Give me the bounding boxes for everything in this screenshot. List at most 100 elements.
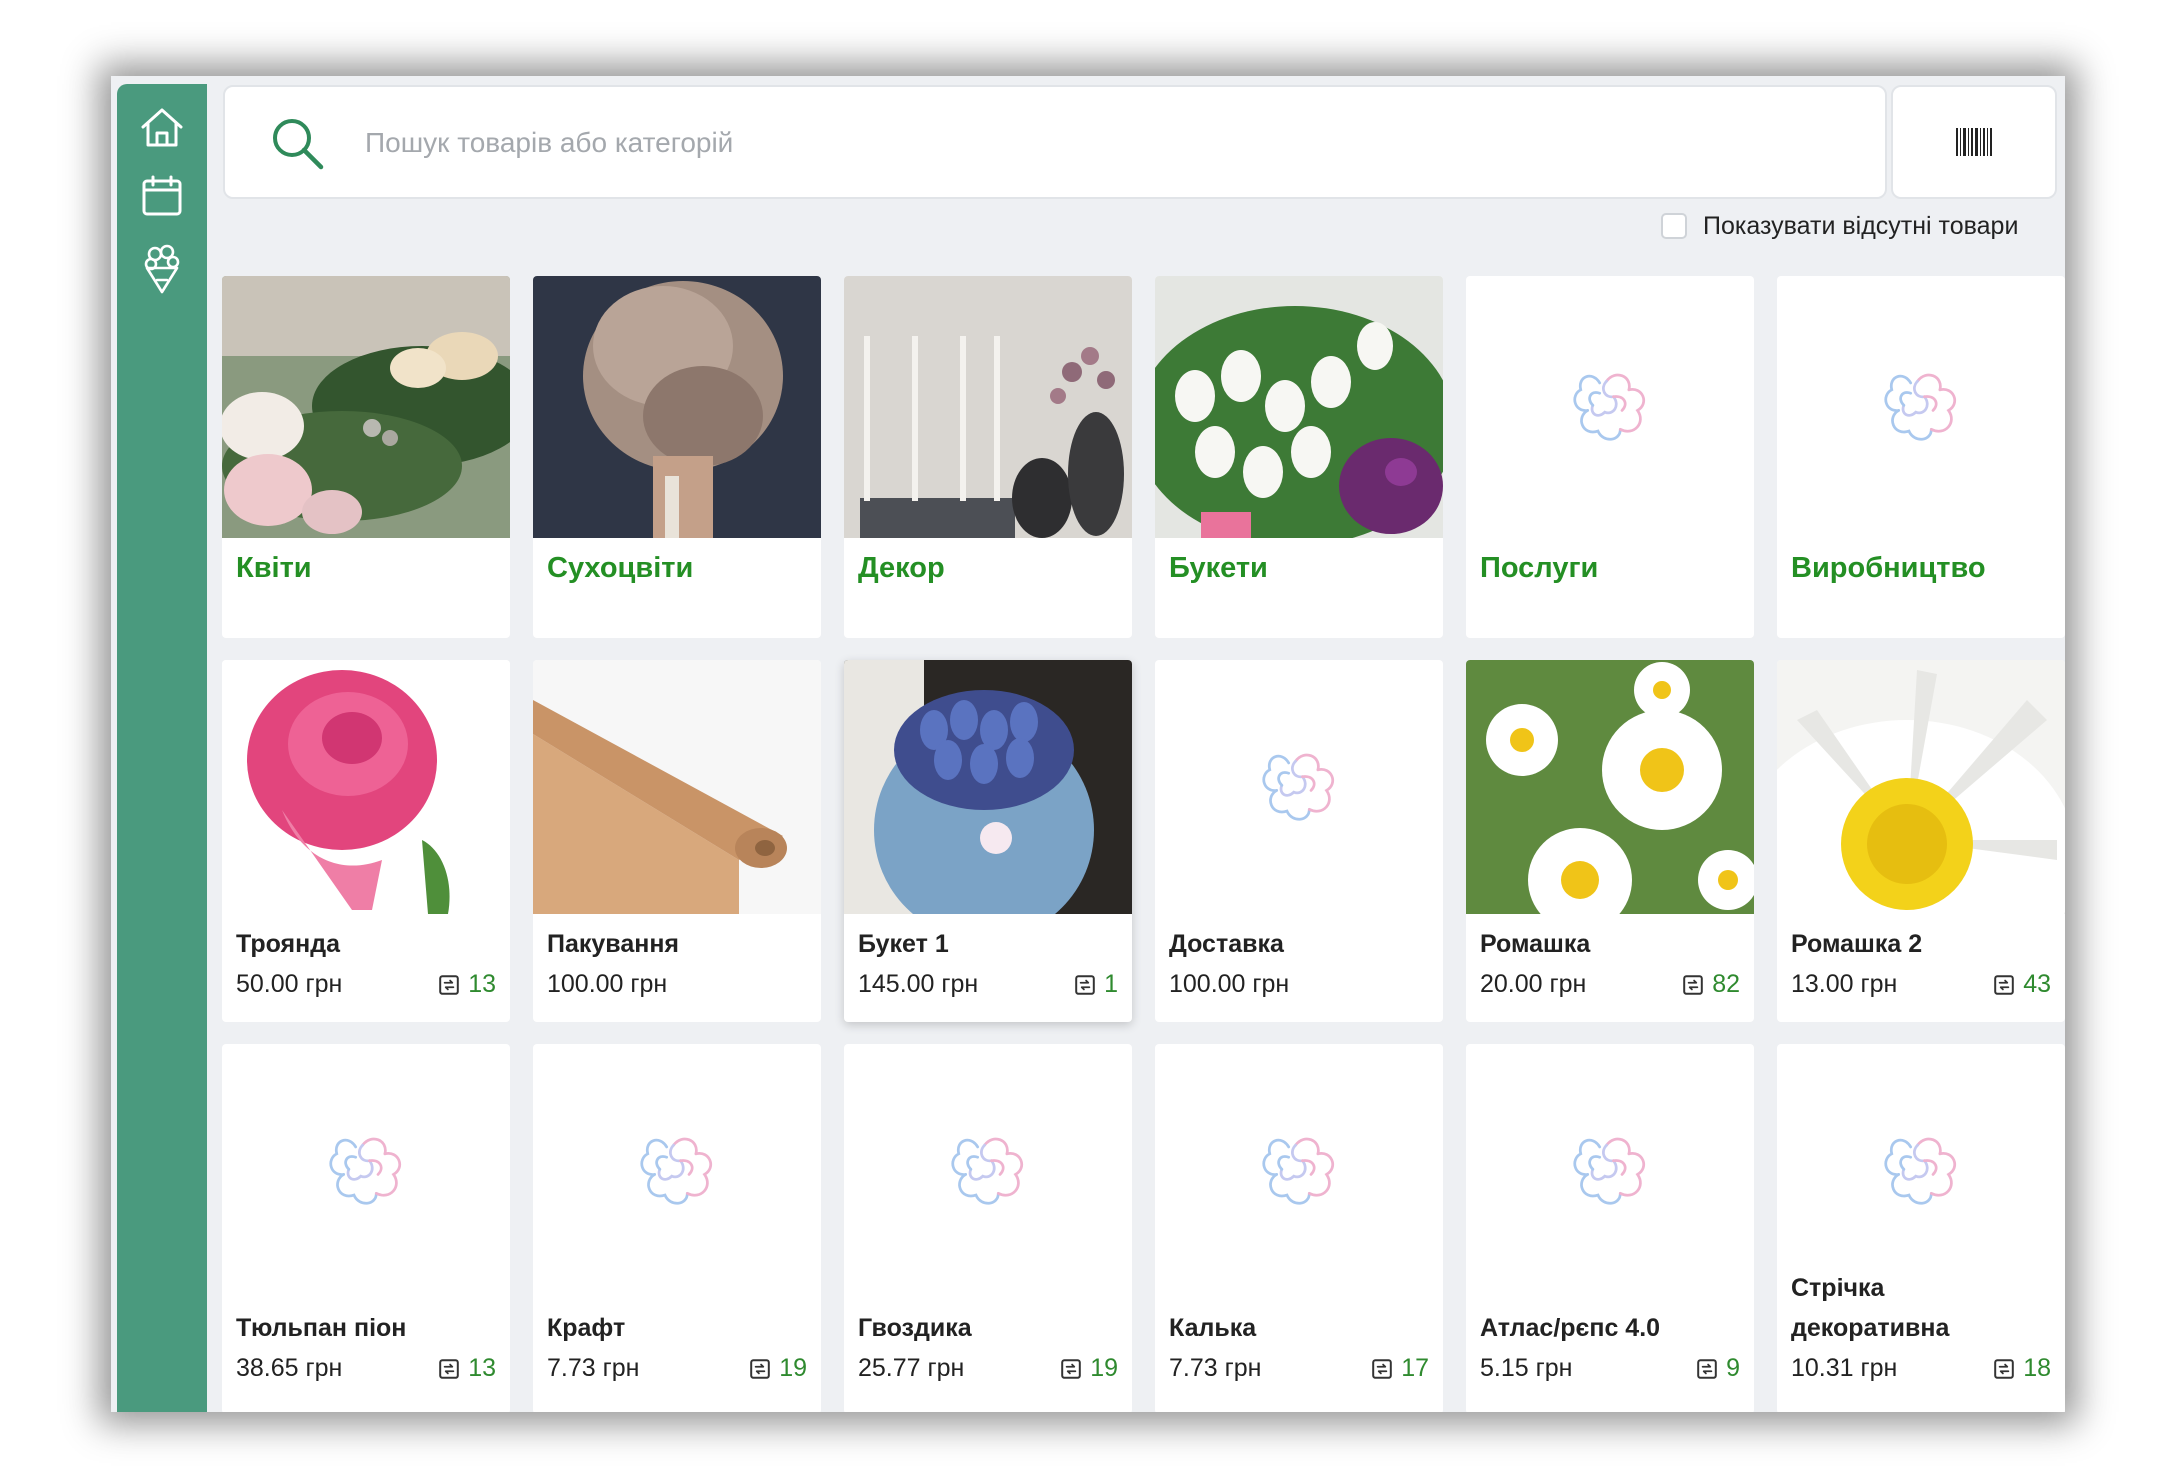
stock-icon	[1074, 974, 1096, 996]
category-card-services[interactable]: Послуги	[1466, 276, 1754, 638]
brand-logo-icon	[1567, 364, 1653, 450]
product-card[interactable]: Атлас/рєпс 4.0 5.15 грн 9	[1466, 1044, 1754, 1412]
product-card[interactable]: Ромашка 2 13.00 грн 43	[1777, 660, 2065, 1022]
product-name: Доставка	[1169, 930, 1284, 958]
daisy-closeup-photo	[1777, 660, 2065, 914]
decor-candles-photo	[844, 276, 1132, 538]
product-name: Тюльпан піон	[236, 1314, 407, 1342]
logo-placeholder	[222, 1044, 510, 1298]
stock-count: 18	[1993, 1354, 2051, 1383]
product-card[interactable]: Стрічка декоративна 10.31 грн 18	[1777, 1044, 2065, 1412]
stock-value: 13	[468, 970, 496, 998]
stock-icon	[1371, 1358, 1393, 1380]
product-price: 100.00 грн	[547, 970, 668, 998]
category-title: Квіти	[236, 552, 312, 584]
product-name: Атлас/рєпс 4.0	[1480, 1314, 1661, 1342]
logo-placeholder	[1155, 1044, 1443, 1298]
stock-count: 82	[1682, 970, 1740, 999]
brand-logo-icon	[323, 1128, 409, 1214]
logo-placeholder	[844, 1044, 1132, 1298]
search-icon	[273, 119, 324, 170]
product-name: Букет 1	[858, 930, 949, 958]
product-card[interactable]: Калька 7.73 грн 17	[1155, 1044, 1443, 1412]
product-card[interactable]: Крафт 7.73 грн 19	[533, 1044, 821, 1412]
product-card[interactable]: Троянда 50.00 грн 13	[222, 660, 510, 1022]
product-price: 20.00 грн	[1480, 970, 1587, 998]
search-input[interactable]	[363, 111, 1847, 175]
stock-value: 19	[1090, 1354, 1118, 1382]
show-missing-checkbox[interactable]	[1661, 213, 1687, 239]
bouquet-button[interactable]	[136, 244, 188, 296]
brand-logo-icon	[945, 1128, 1031, 1214]
product-price: 38.65 грн	[236, 1354, 343, 1382]
stock-count: 13	[438, 970, 496, 999]
logo-placeholder	[1777, 1044, 2065, 1298]
brand-logo-icon	[1878, 1128, 1964, 1214]
stock-count: 43	[1993, 970, 2051, 999]
brand-logo-icon	[1256, 1128, 1342, 1214]
product-card[interactable]: Гвоздика 25.77 грн 19	[844, 1044, 1132, 1412]
product-price: 5.15 грн	[1480, 1354, 1573, 1382]
category-card-bouquets[interactable]: Букети	[1155, 276, 1443, 638]
stock-value: 1	[1104, 970, 1118, 998]
product-price: 7.73 грн	[1169, 1354, 1262, 1382]
flowers-photo	[222, 276, 510, 538]
stock-count: 1	[1074, 970, 1118, 999]
home-icon	[141, 108, 183, 147]
rose-photo	[222, 660, 510, 914]
stock-icon	[749, 1358, 771, 1380]
search-bar[interactable]	[223, 85, 1887, 199]
sidebar	[117, 84, 207, 1412]
show-missing-toggle[interactable]: Показувати відсутні товари	[1661, 208, 2018, 244]
stock-icon	[1060, 1358, 1082, 1380]
product-name: Ромашка 2	[1791, 930, 1923, 958]
category-card-decor[interactable]: Декор	[844, 276, 1132, 638]
product-price: 7.73 грн	[547, 1354, 640, 1382]
category-card-dried-flowers[interactable]: Сухоцвіти	[533, 276, 821, 638]
product-name: Калька	[1169, 1314, 1257, 1342]
product-card[interactable]: Пакування 100.00 грн	[533, 660, 821, 1022]
product-card[interactable]: Ромашка 20.00 грн 82	[1466, 660, 1754, 1022]
product-card[interactable]: Доставка 100.00 грн	[1155, 660, 1443, 1022]
category-title: Букети	[1169, 552, 1268, 584]
stock-icon	[1993, 1358, 2015, 1380]
product-card[interactable]: Букет 1 145.00 грн 1	[844, 660, 1132, 1022]
category-title: Виробництво	[1791, 552, 1986, 584]
product-name-line2: декоративна	[1791, 1314, 1950, 1342]
product-name: Крафт	[547, 1314, 626, 1342]
brand-logo-icon	[1567, 1128, 1653, 1214]
product-price: 100.00 грн	[1169, 970, 1290, 998]
home-button[interactable]	[136, 101, 188, 153]
bouquets-tulips-photo	[1155, 276, 1443, 538]
product-name: Ромашка	[1480, 930, 1591, 958]
category-card-production[interactable]: Виробництво	[1777, 276, 2065, 638]
stock-value: 13	[468, 1354, 496, 1382]
calendar-button[interactable]	[136, 170, 188, 222]
stock-icon	[1696, 1358, 1718, 1380]
logo-placeholder	[1777, 276, 2065, 538]
stock-count: 9	[1696, 1354, 1740, 1383]
brand-logo-icon	[1256, 744, 1342, 830]
product-card[interactable]: Тюльпан піон 38.65 грн 13	[222, 1044, 510, 1412]
logo-placeholder	[1466, 276, 1754, 538]
brand-logo-icon	[1878, 364, 1964, 450]
logo-placeholder	[1155, 660, 1443, 914]
category-card-flowers[interactable]: Квіти	[222, 276, 510, 638]
stock-icon	[1993, 974, 2015, 996]
calendar-icon	[142, 175, 182, 216]
show-missing-label: Показувати відсутні товари	[1703, 211, 2019, 240]
blue-tulip-bouquet-photo	[844, 660, 1132, 914]
product-price: 10.31 грн	[1791, 1354, 1898, 1382]
bouquet-icon	[144, 244, 180, 294]
product-price: 50.00 грн	[236, 970, 343, 998]
stock-icon	[438, 974, 460, 996]
stock-value: 19	[779, 1354, 807, 1382]
daisies-photo	[1466, 660, 1754, 914]
barcode-scan-button[interactable]	[1891, 85, 2057, 199]
product-price: 25.77 грн	[858, 1354, 965, 1382]
logo-placeholder	[533, 1044, 821, 1298]
stock-count: 17	[1371, 1354, 1429, 1383]
product-price: 13.00 грн	[1791, 970, 1898, 998]
category-title: Послуги	[1480, 552, 1599, 584]
product-name: Троянда	[236, 930, 340, 958]
